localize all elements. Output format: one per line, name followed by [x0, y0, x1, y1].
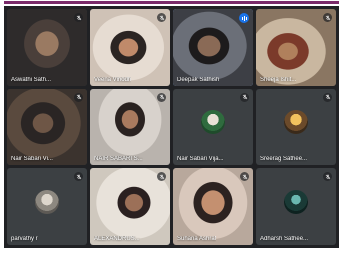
- window-top-bar: [4, 1, 339, 4]
- participant-tile[interactable]: Sreerag Sathee...: [256, 88, 336, 166]
- participant-tile[interactable]: Nair Sabari Vi...: [7, 88, 87, 166]
- participant-name: NAIR SABARI S...: [94, 156, 143, 163]
- participant-name: Adharsh Sathee...: [260, 235, 309, 242]
- participant-tile[interactable]: Sheeja Ishit...: [256, 9, 336, 86]
- participant-name: Sheeja Ishit...: [260, 76, 297, 83]
- participant-name: Nair Sabari Vija...: [177, 156, 224, 163]
- participant-name: Sreerag Sathee...: [260, 156, 308, 163]
- participant-tile[interactable]: NAIR SABARI S...: [90, 88, 170, 166]
- participant-tile[interactable]: Aswathi Sath...: [7, 9, 87, 86]
- participant-avatar: [284, 190, 308, 215]
- mic-off-icon: [157, 13, 166, 22]
- participant-tile[interactable]: Veena Vinodh: [90, 9, 170, 86]
- mic-off-icon: [74, 13, 83, 22]
- mic-off-icon: [323, 172, 332, 182]
- participant-avatar: [35, 190, 59, 215]
- mic-off-icon: [323, 92, 332, 102]
- participant-avatar: [201, 110, 225, 135]
- participant-tile[interactable]: ALEXANDRUS...: [90, 168, 170, 245]
- participant-grid: Aswathi Sath... Veena Vinodh Deepak Sath…: [4, 6, 339, 248]
- participant-avatar: [284, 110, 308, 135]
- participant-tile[interactable]: Adharsh Sathee...: [256, 168, 336, 245]
- mic-off-icon: [74, 172, 83, 182]
- participant-tile[interactable]: Suhana Ashraf: [173, 168, 253, 245]
- video-call-screen: Aswathi Sath... Veena Vinodh Deepak Sath…: [0, 0, 343, 253]
- participant-name: Suhana Ashraf: [177, 235, 217, 242]
- mic-off-icon: [74, 92, 83, 102]
- participant-name: parvathy r: [11, 235, 38, 242]
- participant-tile-active-speaker[interactable]: Deepak Sathish: [173, 9, 253, 86]
- participant-tile[interactable]: parvathy r: [7, 168, 87, 245]
- mic-off-icon: [323, 13, 332, 22]
- participant-name: Nair Sabari Vi...: [11, 156, 53, 163]
- participant-name: Veena Vinodh: [94, 76, 132, 83]
- mic-off-icon: [157, 92, 166, 102]
- participant-name: Deepak Sathish: [177, 76, 220, 83]
- participant-tile[interactable]: Nair Sabari Vija...: [173, 88, 253, 166]
- participant-name: ALEXANDRUS...: [94, 235, 140, 242]
- participant-name: Aswathi Sath...: [11, 76, 52, 83]
- speaking-indicator-icon: [239, 13, 249, 23]
- mic-off-icon: [240, 92, 249, 102]
